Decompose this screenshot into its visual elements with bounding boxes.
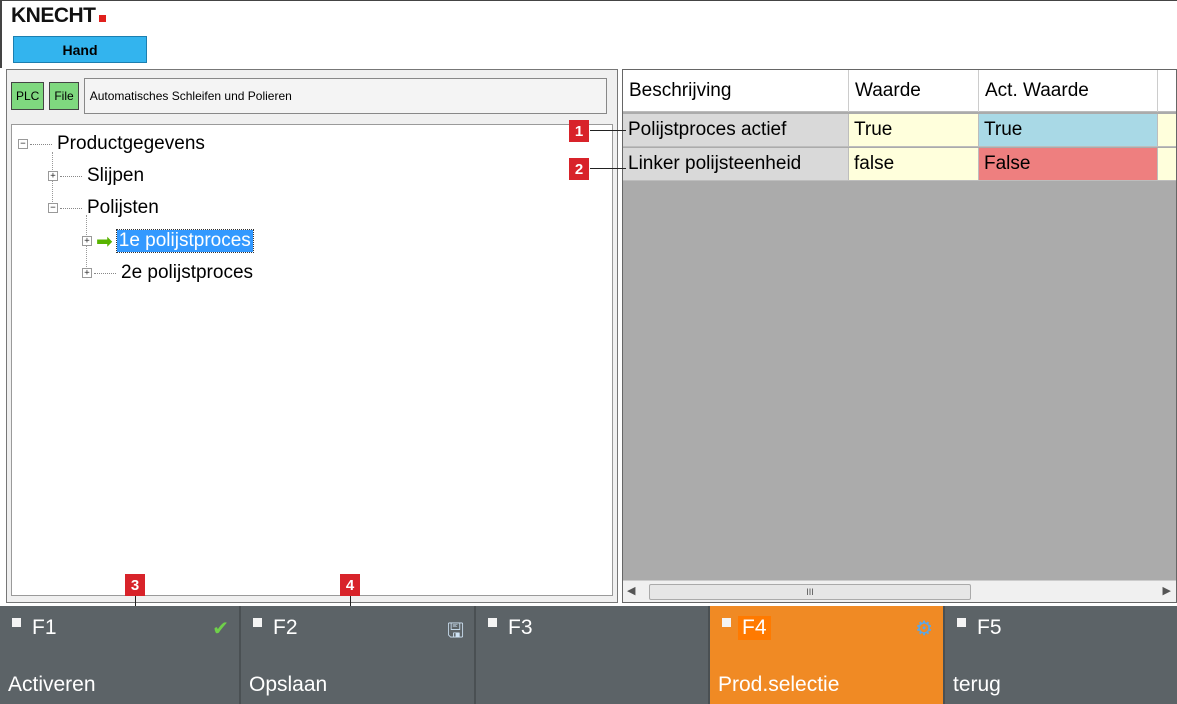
- cell-actual-value: True: [979, 114, 1158, 147]
- tree-item-slijpen[interactable]: + Slijpen: [48, 162, 144, 190]
- column-header-waarde[interactable]: Waarde: [849, 70, 979, 112]
- tree-item-polijsten[interactable]: − Polijsten: [48, 194, 159, 222]
- column-header-act-waarde[interactable]: Act. Waarde: [979, 70, 1158, 112]
- save-icon: 🖫: [446, 620, 464, 642]
- key-indicator-led: [488, 618, 497, 627]
- header: KNECHT Hand: [0, 0, 1177, 68]
- key-label: Prod.selectie: [718, 673, 840, 696]
- scroll-left-icon[interactable]: ◀: [627, 584, 635, 597]
- plc-button[interactable]: PLC: [11, 82, 45, 110]
- horizontal-scrollbar[interactable]: ◀ III ▶: [623, 580, 1176, 602]
- path-bar: PLC File Automatisches Schleifen und Pol…: [11, 78, 611, 114]
- cell-value[interactable]: True: [849, 114, 979, 147]
- cell-actual-value: False: [979, 148, 1158, 181]
- tree-item-label: Slijpen: [87, 165, 145, 186]
- expand-toggle-icon[interactable]: +: [82, 236, 92, 246]
- f4-prod-selectie-button[interactable]: F4 ⚙ Prod.selectie: [710, 606, 945, 704]
- scroll-right-icon[interactable]: ▶: [1163, 584, 1171, 597]
- tree-item-1e-polijstproces[interactable]: + ➡ 1e polijstproces: [82, 227, 254, 255]
- mode-badge[interactable]: Hand: [13, 36, 147, 63]
- file-button[interactable]: File: [49, 82, 79, 110]
- expand-toggle-icon[interactable]: +: [48, 171, 58, 181]
- callout-4: 4: [340, 574, 360, 596]
- f3-button[interactable]: F3: [476, 606, 710, 704]
- key-code: F5: [977, 616, 1002, 639]
- logo-dot: [98, 15, 106, 22]
- knecht-logo: KNECHT: [11, 5, 106, 26]
- scrollbar-thumb[interactable]: III: [649, 584, 971, 600]
- table-row[interactable]: Polijstproces actief True True: [623, 114, 1176, 147]
- key-code: F2: [273, 616, 298, 639]
- key-indicator-led: [12, 618, 21, 627]
- cell-description: Polijstproces actief: [623, 114, 849, 147]
- gear-icon: ⚙: [915, 618, 933, 640]
- key-indicator-led: [253, 618, 262, 627]
- tree-item-label: 1e polijstproces: [115, 229, 254, 253]
- f5-terug-button[interactable]: F5 terug: [945, 606, 1177, 704]
- f1-activeren-button[interactable]: F1 ✔ Activeren: [0, 606, 241, 704]
- collapse-toggle-icon[interactable]: −: [18, 139, 28, 149]
- key-code: F4: [738, 616, 771, 640]
- product-tree-panel: PLC File Automatisches Schleifen und Pol…: [6, 69, 618, 603]
- callout-3: 3: [125, 574, 145, 596]
- expand-toggle-icon[interactable]: +: [82, 268, 92, 278]
- key-code: F3: [508, 616, 533, 639]
- key-label: terug: [953, 673, 1001, 696]
- tree-item-label: Polijsten: [87, 197, 159, 218]
- cell-value[interactable]: false: [849, 148, 979, 181]
- collapse-toggle-icon[interactable]: −: [48, 203, 58, 213]
- grid-header: Beschrijving Waarde Act. Waarde: [623, 70, 1176, 112]
- table-row[interactable]: Linker polijsteenheid false False: [623, 148, 1176, 181]
- product-tree[interactable]: − Productgegevens + Slijpen − Polijsten …: [11, 124, 613, 596]
- tree-item-productgegevens[interactable]: − Productgegevens: [18, 130, 205, 158]
- column-header-beschrijving[interactable]: Beschrijving: [623, 70, 849, 112]
- arrow-right-icon: ➡: [96, 230, 113, 253]
- key-code: F1: [32, 616, 57, 639]
- parameter-grid: Beschrijving Waarde Act. Waarde Polijstp…: [622, 69, 1177, 603]
- check-icon: ✔: [212, 618, 229, 640]
- key-indicator-led: [957, 618, 966, 627]
- cell-description: Linker polijsteenheid: [623, 148, 849, 181]
- tree-item-label: 2e polijstproces: [121, 262, 254, 283]
- callout-1: 1: [569, 120, 589, 142]
- f2-opslaan-button[interactable]: F2 🖫 Opslaan: [241, 606, 476, 704]
- key-indicator-led: [722, 618, 731, 627]
- path-text: Automatisches Schleifen und Polieren: [83, 78, 607, 114]
- function-key-bar: F1 ✔ Activeren F2 🖫 Opslaan F3 F4 ⚙ Prod…: [0, 606, 1177, 704]
- key-label: Opslaan: [249, 673, 328, 696]
- callout-2: 2: [569, 158, 589, 180]
- key-label: Activeren: [8, 673, 96, 696]
- tree-item-label: Productgegevens: [57, 133, 205, 154]
- tree-item-2e-polijstproces[interactable]: + 2e polijstproces: [82, 259, 253, 287]
